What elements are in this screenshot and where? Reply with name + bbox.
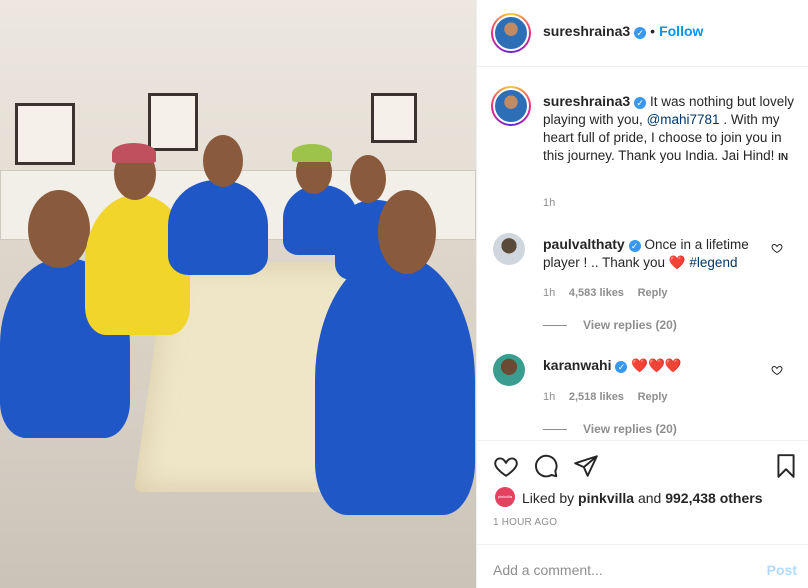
view-replies-row: View replies (20)	[543, 317, 677, 332]
comment-hashtag[interactable]: #legend	[689, 255, 737, 270]
header-meta: sureshraina3 ✓ • Follow	[543, 23, 703, 39]
comment-likes[interactable]: 4,583 likes	[569, 287, 624, 299]
post-photo[interactable]	[0, 0, 476, 588]
photo-frame-right	[371, 93, 417, 143]
heart-emojis: ❤️❤️❤️	[631, 358, 682, 373]
flag-code: IN	[778, 152, 789, 163]
comment-time: 1h	[543, 391, 556, 403]
reply-button[interactable]: Reply	[638, 391, 668, 403]
verified-badge-icon: ✓	[634, 27, 647, 39]
photo-frame-left	[15, 103, 75, 165]
follow-button[interactable]: Follow	[659, 23, 703, 39]
author-avatar[interactable]	[491, 13, 531, 53]
caption-text: sureshraina3 ✓ It was nothing but lovely …	[543, 92, 799, 167]
comment-like-heart-icon[interactable]	[771, 364, 783, 376]
commenter-avatar[interactable]	[493, 354, 525, 386]
photo-head-5	[350, 155, 386, 203]
liked-by-prefix: Liked by	[522, 490, 579, 506]
photo-head-3	[203, 135, 243, 187]
caption-avatar-image	[493, 88, 529, 124]
post-side-panel: sureshraina3 ✓ • Follow sureshraina3 ✓ It wa…	[476, 0, 808, 588]
photo-cap-2	[112, 143, 156, 163]
header-separator: •	[650, 23, 656, 39]
comment-time: 1h	[543, 287, 556, 299]
verified-badge-icon: ✓	[615, 361, 628, 373]
comment-bar: Add a comment... Post	[477, 544, 808, 588]
post-actions	[477, 440, 808, 484]
caption-time: 1h	[543, 197, 556, 209]
replies-divider	[543, 325, 567, 327]
photo-head-6	[378, 190, 436, 274]
caption-mention[interactable]: @mahi7781	[647, 112, 720, 127]
liked-by-middle: and	[634, 490, 666, 506]
photo-cap-4	[292, 144, 332, 162]
comment-text: paulvalthaty ✓ Once in a lifetime player …	[543, 235, 769, 272]
post-comment-button[interactable]: Post	[767, 562, 797, 578]
liked-by-user[interactable]: pinkvilla	[578, 490, 634, 506]
photo-head-1	[28, 190, 90, 268]
replies-divider	[543, 429, 567, 431]
author-username[interactable]: sureshraina3	[543, 23, 630, 39]
view-replies-button[interactable]: View replies (20)	[583, 422, 677, 436]
likes-summary: Liked by pinkvilla and 992,438 others	[522, 490, 763, 506]
comment-like-heart-icon[interactable]	[771, 242, 783, 254]
caption-author-avatar[interactable]	[491, 86, 531, 126]
heart-icon[interactable]	[493, 453, 519, 479]
photo-person-3	[168, 180, 268, 275]
bookmark-icon[interactable]	[773, 453, 799, 479]
comment-input[interactable]: Add a comment...	[493, 562, 603, 578]
author-avatar-image	[493, 15, 529, 51]
comment-likes[interactable]: 2,518 likes	[569, 391, 624, 403]
comment-text: karanwahi ✓ ❤️❤️❤️	[543, 356, 769, 375]
share-icon[interactable]	[573, 453, 599, 479]
comment-username[interactable]: paulvalthaty	[543, 236, 625, 252]
view-replies-button[interactable]: View replies (20)	[583, 318, 677, 332]
photo-frame-mid	[148, 93, 198, 151]
photo-person-6	[315, 255, 475, 515]
pinkvilla-avatar-label: pinkvilla	[497, 494, 513, 499]
comment-meta: 1h 4,583 likes Reply	[543, 284, 668, 299]
comment-meta: 1h 2,518 likes Reply	[543, 388, 668, 403]
verified-badge-icon: ✓	[628, 240, 641, 252]
verified-badge-icon: ✓	[634, 97, 647, 109]
post-timestamp[interactable]: 1 HOUR AGO	[493, 517, 557, 528]
liked-by-others[interactable]: 992,438 others	[665, 490, 762, 506]
post-header: sureshraina3 ✓ • Follow	[477, 0, 808, 67]
comment-icon[interactable]	[533, 453, 559, 479]
heart-emoji: ❤️	[668, 255, 686, 270]
commenter-avatar[interactable]	[493, 233, 525, 265]
caption-username[interactable]: sureshraina3	[543, 93, 630, 109]
reply-button[interactable]: Reply	[638, 287, 668, 299]
pinkvilla-avatar[interactable]: pinkvilla	[495, 487, 515, 507]
comment-username[interactable]: karanwahi	[543, 357, 611, 373]
view-replies-row: View replies (20)	[543, 421, 677, 436]
